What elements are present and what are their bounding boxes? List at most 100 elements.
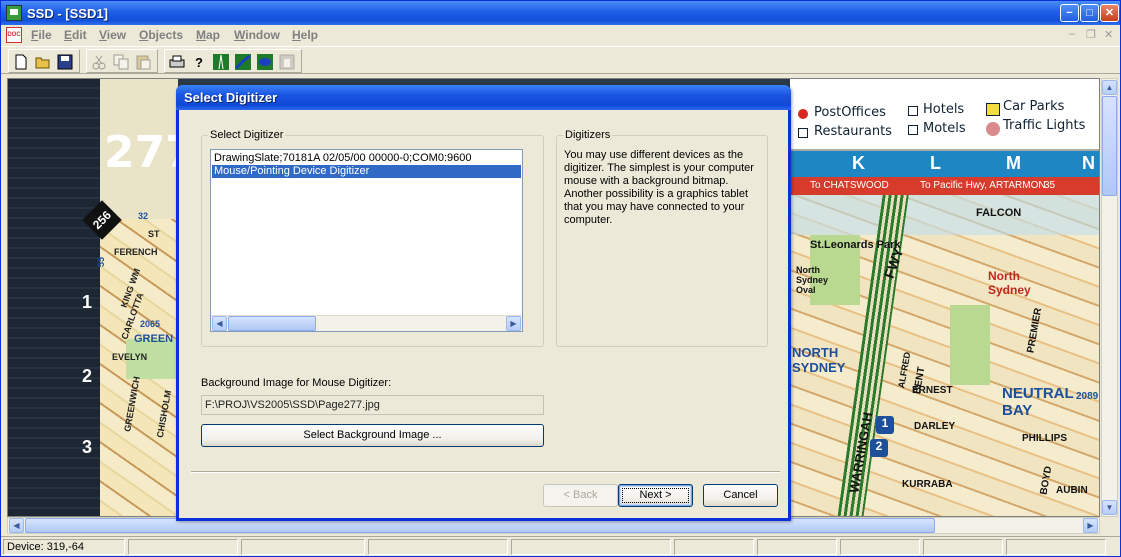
road-banner: To CHATSWOOD To Pacific Hwy, ARTARMON 35 — [790, 177, 1099, 195]
digitizers-info-group: Digitizers You may use different devices… — [556, 129, 768, 347]
window-title: SSD - [SSD1] — [27, 6, 108, 21]
status-device: Device: 319,-64 — [3, 539, 125, 555]
post-office-icon — [798, 109, 808, 119]
map-label: PREMIER — [1025, 307, 1045, 354]
map-label: 2065 — [140, 319, 161, 329]
map-label: NEUTRAL BAY — [1002, 385, 1074, 419]
toolbar-group-file — [8, 49, 80, 73]
map-label: St.Leonards Park — [810, 239, 901, 251]
scroll-right-arrow[interactable]: ▶ — [1083, 518, 1098, 533]
status-pane — [840, 539, 920, 555]
menu-objects[interactable]: Objects — [139, 28, 183, 42]
map-label: North Sydney — [988, 269, 1031, 297]
menu-help[interactable]: Help — [292, 28, 318, 42]
map-streets: St.Leonards Park FWY North Sydney Oval N… — [790, 195, 1099, 516]
map-row-label: 2 — [82, 366, 93, 386]
save-icon[interactable] — [56, 53, 74, 71]
listbox-horizontal-scrollbar[interactable]: ◀ ▶ — [211, 315, 522, 331]
next-button[interactable]: Next > — [618, 484, 693, 507]
grid-column-label: N — [1082, 153, 1095, 173]
menu-edit[interactable]: Edit — [64, 28, 87, 42]
map-label: 32 — [138, 211, 149, 221]
scroll-up-arrow[interactable]: ▲ — [1102, 80, 1117, 95]
menu-map[interactable]: Map — [196, 28, 220, 42]
map-label: ST — [148, 229, 160, 239]
map-row-label: 1 — [82, 292, 93, 312]
status-pane — [128, 539, 238, 555]
minimize-button[interactable]: − — [1060, 4, 1079, 22]
scroll-left-arrow[interactable]: ◀ — [9, 518, 24, 533]
disabled-tool-icon[interactable] — [278, 53, 296, 71]
select-digitizer-group-label: Select Digitizer — [208, 129, 286, 141]
digitizer-option-selected[interactable]: Mouse/Pointing Device Digitizer — [212, 165, 521, 178]
menu-file[interactable]: File — [31, 28, 52, 42]
print-icon[interactable] — [168, 53, 186, 71]
legend-car-parks: Car Parks — [1003, 99, 1065, 114]
grid-column-label: M — [1006, 153, 1021, 173]
traffic-light-icon — [986, 122, 1000, 136]
menu-view[interactable]: View — [99, 28, 126, 42]
copy-icon[interactable] — [112, 53, 130, 71]
menu-window[interactable]: Window — [234, 28, 280, 42]
mdi-restore-button[interactable]: ❐ — [1086, 28, 1096, 41]
legend-hotels: Hotels — [923, 102, 965, 117]
circle-tool-icon[interactable] — [256, 53, 274, 71]
svg-text:?: ? — [195, 55, 203, 70]
map-label: BOYD — [1038, 465, 1055, 496]
cancel-button[interactable]: Cancel — [703, 484, 778, 507]
scrollbar-corner — [1101, 517, 1118, 534]
map-label: KURRABA — [902, 479, 953, 490]
help-icon[interactable]: ? — [190, 53, 208, 71]
document-icon[interactable]: DOC — [6, 27, 22, 43]
cut-icon[interactable] — [90, 53, 108, 71]
map-label: NORTH SYDNEY — [792, 345, 846, 375]
mdi-minimize-button[interactable]: – — [1069, 28, 1075, 40]
new-file-icon[interactable] — [12, 53, 30, 71]
status-bar: Device: 319,-64 — [1, 536, 1120, 556]
map-row-label: 3 — [82, 437, 93, 457]
road-icon[interactable] — [212, 53, 230, 71]
maximize-button[interactable]: □ — [1080, 4, 1099, 22]
app-icon[interactable] — [6, 5, 22, 21]
mdi-close-button[interactable]: ✕ — [1104, 28, 1113, 41]
status-pane — [923, 539, 1003, 555]
vertical-scrollbar[interactable]: ▲ ▼ — [1101, 78, 1118, 517]
paste-icon[interactable] — [134, 53, 152, 71]
close-button[interactable]: ✕ — [1100, 4, 1119, 22]
status-pane — [674, 539, 754, 555]
background-image-label: Background Image for Mouse Digitizer: — [201, 377, 392, 389]
map-grid-columns: K L M N — [790, 151, 1099, 177]
select-digitizer-dialog: Select Digitizer Select Digitizer Drawin… — [176, 85, 791, 521]
scroll-down-arrow[interactable]: ▼ — [1102, 500, 1117, 515]
map-label: EVELYN — [112, 352, 148, 362]
status-pane — [1006, 539, 1106, 555]
toolbar-group-edit — [86, 49, 158, 73]
background-image-path-field[interactable]: F:\PROJ\VS2005\SSD\Page277.jpg — [201, 395, 544, 415]
exit-marker: 2 — [870, 439, 888, 457]
toolbar-group-tools: ? — [164, 49, 302, 73]
listbox-scroll-left-arrow[interactable]: ◀ — [212, 316, 227, 331]
map-label: FERENCH — [114, 247, 158, 257]
map-tool-icon[interactable] — [234, 53, 252, 71]
map-legend: PostOffices Restaurants Hotels Motels Ca… — [790, 79, 1099, 151]
map-label: GREEN — [134, 333, 174, 345]
road-banner-number: 35 — [1044, 180, 1056, 191]
legend-post-offices: PostOffices — [814, 105, 886, 120]
legend-motels: Motels — [923, 121, 966, 136]
digitizer-option[interactable]: DrawingSlate;70181A 02/05/00 00000-0;COM… — [212, 152, 521, 165]
road-banner-right: To Pacific Hwy, ARTARMON — [920, 180, 1046, 191]
map-label: AUBIN — [1056, 485, 1088, 496]
map-label: 55 — [96, 256, 107, 268]
vertical-scroll-thumb[interactable] — [1102, 96, 1117, 196]
digitizer-listbox[interactable]: DrawingSlate;70181A 02/05/00 00000-0;COM… — [210, 149, 523, 332]
map-label: PHILLIPS — [1022, 433, 1068, 444]
listbox-scroll-right-arrow[interactable]: ▶ — [506, 316, 521, 331]
map-label: ERNEST — [912, 385, 953, 396]
dialog-separator — [191, 471, 780, 473]
back-button[interactable]: < Back — [543, 484, 618, 507]
status-pane — [757, 539, 837, 555]
listbox-scroll-thumb[interactable] — [228, 316, 316, 331]
open-folder-icon[interactable] — [34, 53, 52, 71]
select-background-image-button[interactable]: Select Background Image ... — [201, 424, 544, 447]
main-window: SSD - [SSD1] − □ ✕ DOC File Edit View Ob… — [0, 0, 1121, 557]
